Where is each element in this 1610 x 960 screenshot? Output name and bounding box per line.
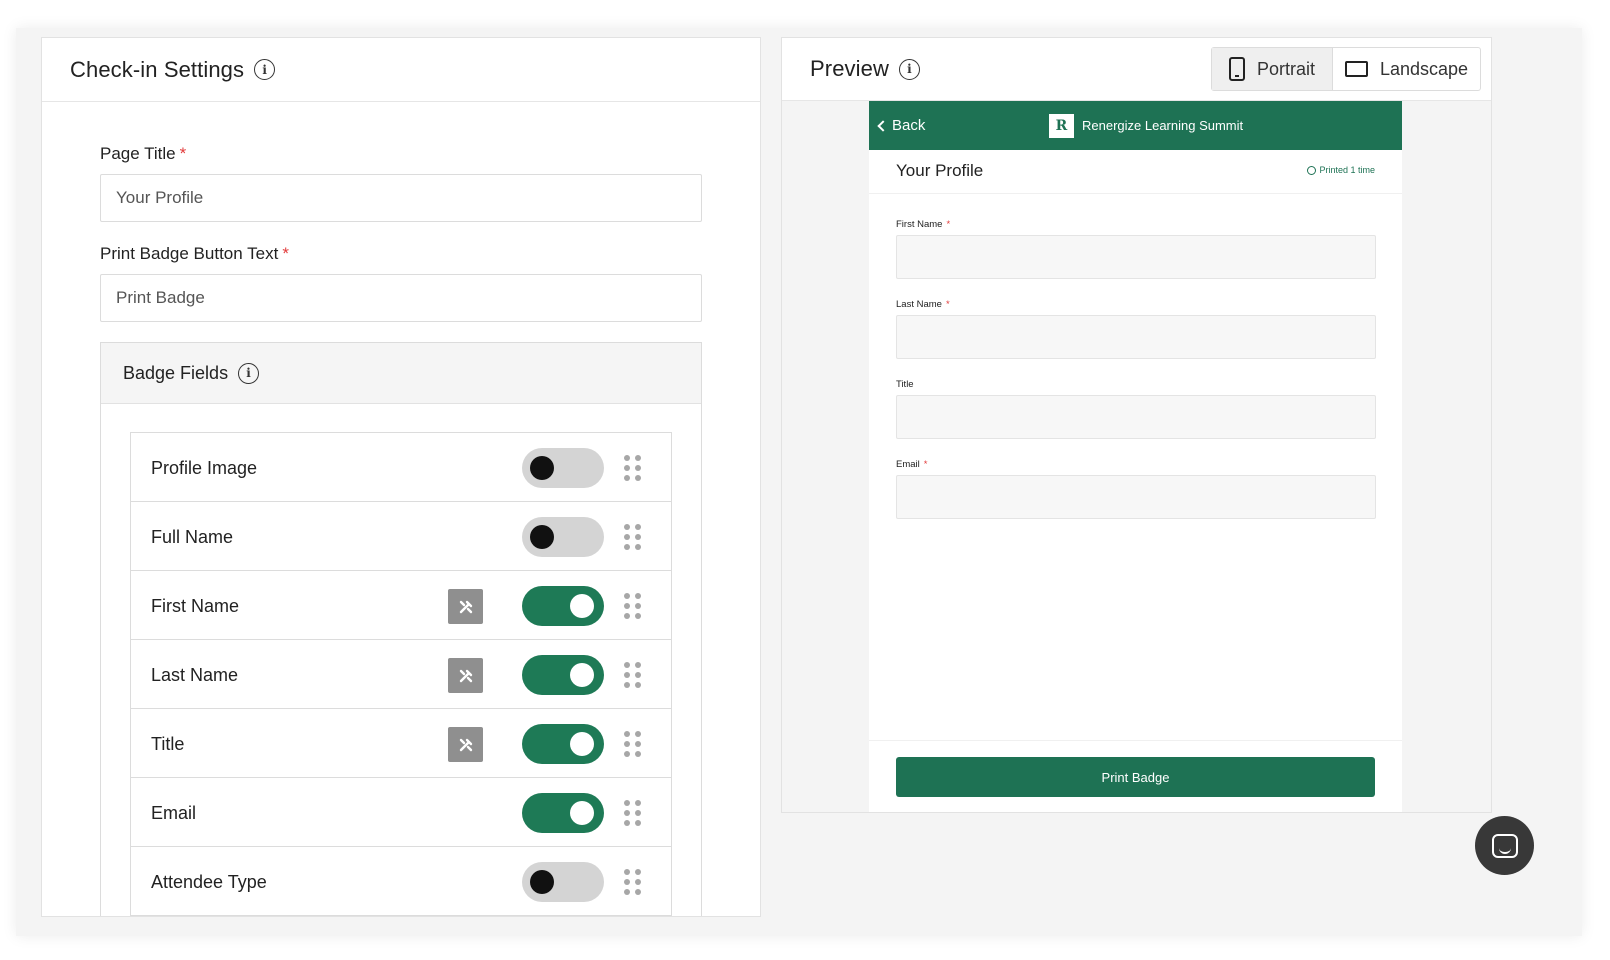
printed-status: Printed 1 time [1307, 165, 1375, 175]
info-icon[interactable]: i [254, 59, 276, 80]
settings-form: Page Title * Your Profile Print Badge But… [100, 144, 702, 916]
settings-header: Check-in Settings i [42, 38, 760, 102]
orientation-toggle: Portrait Landscape [1211, 47, 1481, 91]
landscape-button[interactable]: Landscape [1333, 48, 1480, 90]
drag-handle-icon[interactable] [624, 524, 641, 550]
required-mark: * [945, 299, 950, 310]
toggle-knob [530, 525, 554, 549]
toggle-knob [570, 663, 594, 687]
badge-field-label: Attendee Type [151, 872, 267, 892]
chevron-left-icon [877, 119, 889, 132]
badge-field-row: Profile Image [130, 432, 672, 502]
toggle-knob [570, 732, 594, 756]
field-visibility-toggle[interactable] [522, 517, 604, 557]
preview-footer: Print Badge [869, 740, 1402, 812]
back-button[interactable]: Back [877, 117, 925, 134]
print-button-text-label: Print Badge Button Text * [100, 244, 289, 263]
drag-handle-icon[interactable] [624, 800, 641, 826]
print-button-text-input[interactable]: Print Badge [100, 274, 702, 322]
field-visibility-toggle[interactable] [522, 448, 604, 488]
drag-handle-icon[interactable] [624, 731, 641, 757]
drag-handle-icon[interactable] [624, 455, 641, 481]
field-visibility-toggle[interactable] [522, 655, 604, 695]
drag-handle-icon[interactable] [624, 593, 641, 619]
preview-field-input[interactable] [896, 475, 1376, 519]
preview-field-label: Email * [896, 459, 928, 470]
edit-field-button[interactable] [448, 658, 483, 693]
clock-icon [1307, 165, 1317, 175]
field-visibility-toggle[interactable] [522, 793, 604, 833]
badge-field-row: Attendee Type [130, 846, 672, 916]
tablet-landscape-icon [1344, 61, 1368, 77]
edit-icon [459, 600, 472, 613]
preview-field-label: Title [896, 379, 914, 390]
badge-field-row: Last Name [130, 639, 672, 709]
preview-title: Preview [810, 56, 889, 81]
edit-icon [459, 669, 472, 682]
badge-field-row: First Name [130, 570, 672, 640]
chat-launcher-button[interactable] [1475, 816, 1534, 875]
preview-header: Preview i Portrait Landscape [782, 38, 1491, 101]
badge-field-label: Full Name [151, 527, 234, 547]
print-badge-button[interactable]: Print Badge [896, 757, 1375, 797]
badge-field-label: Title [151, 734, 185, 754]
preview-panel: Preview i Portrait Landscape Back R Rene… [781, 37, 1492, 813]
field-visibility-toggle[interactable] [522, 724, 604, 764]
settings-title: Check-in Settings [70, 56, 245, 82]
badge-field-label: Profile Image [151, 458, 258, 478]
preview-field-input[interactable] [896, 235, 1376, 279]
toggle-knob [570, 594, 594, 618]
event-brand: R Renergize Learning Summit [1049, 113, 1244, 138]
required-mark: * [946, 219, 951, 230]
toggle-knob [530, 870, 554, 894]
checkin-settings-panel: Check-in Settings i Page Title * Your Pro… [41, 37, 761, 917]
badge-field-label: First Name [151, 596, 240, 616]
required-mark: * [282, 244, 289, 263]
chat-icon [1491, 833, 1518, 858]
preview-app-bar: Back R Renergize Learning Summit [869, 101, 1402, 150]
preview-field-label: Last Name * [896, 299, 950, 310]
page-title-label: Page Title * [100, 144, 187, 163]
device-preview: Back R Renergize Learning Summit Your Pr… [869, 101, 1402, 812]
badge-fields-title: Badge Fields [123, 362, 229, 383]
badge-field-row: Full Name [130, 501, 672, 571]
app-shell: Check-in Settings i Page Title * Your Pro… [16, 28, 1582, 936]
preview-profile-header: Your Profile Printed 1 time [869, 150, 1402, 194]
badge-field-list: Profile Image Full Name First Name Last Na… [130, 432, 672, 916]
event-logo: R [1049, 113, 1074, 138]
badge-field-row: Email [130, 777, 672, 847]
drag-handle-icon[interactable] [624, 662, 641, 688]
event-name: Renergize Learning Summit [1082, 118, 1244, 133]
toggle-knob [570, 801, 594, 825]
portrait-button[interactable]: Portrait [1212, 48, 1333, 90]
badge-field-label: Email [151, 803, 197, 823]
info-icon[interactable]: i [898, 58, 920, 80]
badge-field-label: Last Name [151, 665, 239, 685]
field-visibility-toggle[interactable] [522, 586, 604, 626]
preview-field-label: First Name * [896, 219, 951, 230]
preview-page-title: Your Profile [896, 161, 984, 180]
preview-form: First Name * Last Name * Title Email * [896, 219, 1376, 539]
field-visibility-toggle[interactable] [522, 862, 604, 902]
edit-icon [459, 738, 472, 751]
edit-field-button[interactable] [448, 727, 483, 762]
preview-field-input[interactable] [896, 395, 1376, 439]
edit-field-button[interactable] [448, 589, 483, 624]
required-mark: * [923, 459, 928, 470]
info-icon[interactable]: i [238, 362, 260, 384]
badge-fields-header: Badge Fields i [101, 343, 701, 404]
toggle-knob [530, 456, 554, 480]
badge-field-row: Title [130, 708, 672, 778]
preview-field-input[interactable] [896, 315, 1376, 359]
drag-handle-icon[interactable] [624, 869, 641, 895]
page-title-input[interactable]: Your Profile [100, 174, 702, 222]
phone-portrait-icon [1228, 57, 1245, 81]
required-mark: * [179, 144, 187, 163]
badge-fields-section: Badge Fields i Profile Image Full Name Fir… [100, 342, 702, 916]
